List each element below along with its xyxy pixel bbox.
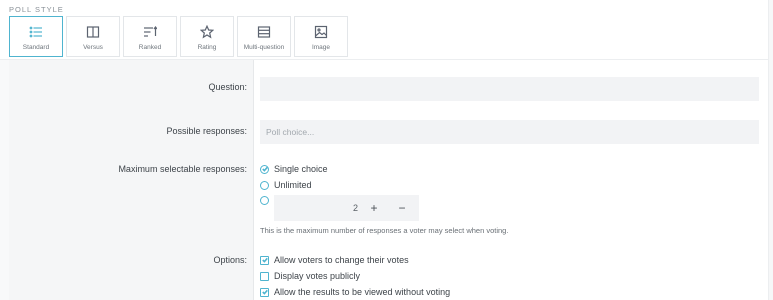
max-selectable-label: Maximum selectable responses: bbox=[118, 164, 247, 174]
poll-style-multi-question-button[interactable]: Multi-question bbox=[237, 16, 291, 57]
display-votes-publicly-label: Display votes publicly bbox=[274, 271, 361, 281]
view-results-without-voting-label: Allow the results to be viewed without v… bbox=[274, 287, 451, 297]
scrollbar-track[interactable] bbox=[768, 0, 773, 300]
max-responses-stepper: 2 + − bbox=[274, 195, 419, 221]
poll-style-heading: POLL STYLE bbox=[9, 5, 64, 14]
radio-icon[interactable] bbox=[260, 180, 269, 190]
display-votes-publicly-option[interactable]: Display votes publicly bbox=[260, 271, 360, 281]
checkbox-checked-icon[interactable] bbox=[260, 255, 269, 265]
unlimited-option[interactable]: Unlimited bbox=[260, 180, 312, 190]
custom-count-option[interactable] bbox=[260, 196, 269, 205]
poll-style-image-button[interactable]: Image bbox=[294, 16, 348, 57]
divider bbox=[253, 60, 254, 300]
max-responses-hint: This is the maximum number of responses … bbox=[260, 226, 509, 235]
ranked-icon bbox=[144, 26, 157, 37]
possible-responses-label: Possible responses: bbox=[166, 126, 247, 136]
poll-choice-input[interactable] bbox=[260, 120, 759, 144]
poll-style-label: Image bbox=[311, 44, 331, 51]
star-icon bbox=[200, 25, 214, 39]
view-results-without-voting-option[interactable]: Allow the results to be viewed without v… bbox=[260, 287, 450, 297]
poll-style-label: Multi-question bbox=[243, 44, 285, 51]
decrement-button[interactable]: − bbox=[388, 201, 416, 215]
poll-style-standard-button[interactable]: Standard bbox=[9, 16, 63, 57]
checkbox-icon[interactable] bbox=[260, 271, 269, 281]
left-gutter bbox=[0, 60, 9, 300]
options-label: Options: bbox=[213, 255, 247, 265]
poll-style-ranked-button[interactable]: Ranked bbox=[123, 16, 177, 57]
stack-icon bbox=[257, 26, 271, 38]
increment-button[interactable]: + bbox=[360, 201, 388, 215]
poll-style-selector: Standard Versus Ranked Rating Multi-ques… bbox=[9, 16, 348, 57]
radio-icon[interactable] bbox=[260, 196, 269, 205]
columns-icon bbox=[86, 26, 100, 38]
question-label: Question: bbox=[208, 82, 247, 92]
allow-change-votes-label: Allow voters to change their votes bbox=[274, 255, 409, 265]
question-input[interactable] bbox=[260, 77, 759, 101]
image-icon bbox=[314, 25, 328, 39]
poll-style-versus-button[interactable]: Versus bbox=[66, 16, 120, 57]
allow-change-votes-option[interactable]: Allow voters to change their votes bbox=[260, 255, 409, 265]
poll-style-label: Ranked bbox=[138, 44, 162, 51]
stepper-value[interactable]: 2 bbox=[274, 203, 360, 213]
checkbox-checked-icon[interactable] bbox=[260, 287, 269, 297]
poll-style-label: Rating bbox=[197, 44, 217, 51]
unlimited-label: Unlimited bbox=[274, 180, 312, 190]
poll-style-rating-button[interactable]: Rating bbox=[180, 16, 234, 57]
poll-style-label: Versus bbox=[83, 44, 103, 51]
list-icon bbox=[29, 26, 42, 38]
poll-style-label: Standard bbox=[22, 44, 50, 51]
single-choice-option[interactable]: Single choice bbox=[260, 164, 328, 174]
single-choice-label: Single choice bbox=[274, 164, 328, 174]
radio-checked-icon[interactable] bbox=[260, 164, 269, 174]
